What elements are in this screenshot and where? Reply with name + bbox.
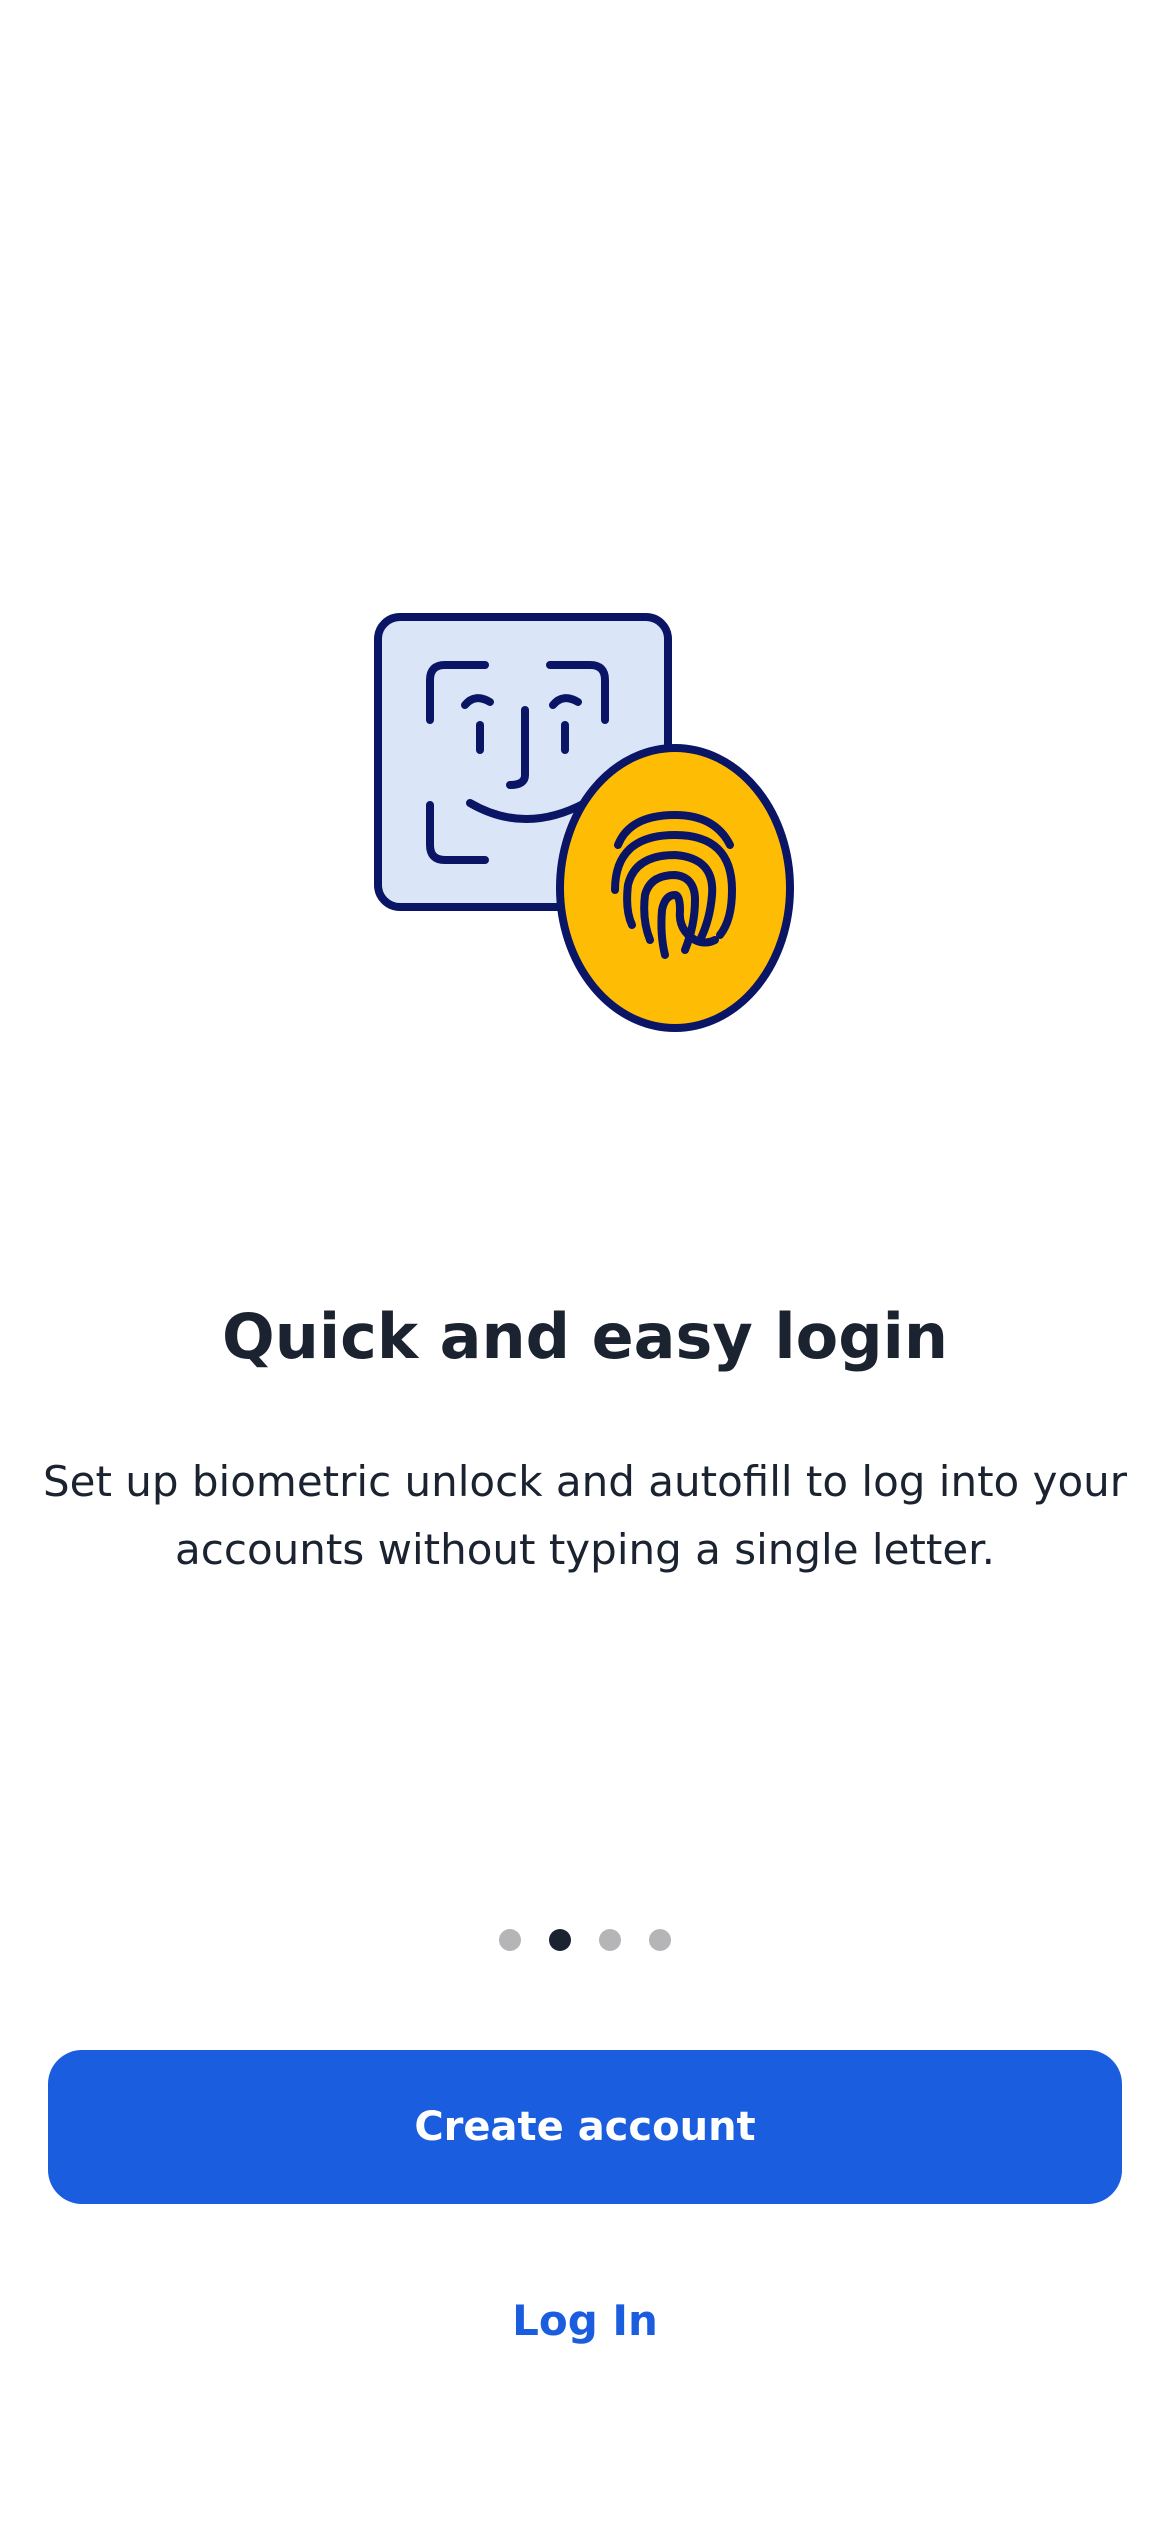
page-dot-3[interactable]	[599, 1929, 621, 1951]
fingerprint-icon	[556, 744, 794, 1032]
page-indicator	[0, 1929, 1170, 1951]
log-in-button[interactable]: Log In	[385, 2280, 785, 2360]
create-account-button[interactable]: Create account	[48, 2050, 1122, 2204]
page-description: Set up biometric unlock and autofill to …	[42, 1457, 1128, 1574]
page-dot-4[interactable]	[649, 1929, 671, 1951]
biometric-illustration	[360, 590, 810, 1050]
page-title: Quick and easy login	[221, 1300, 949, 1373]
page-dot-1[interactable]	[499, 1929, 521, 1951]
page-dot-2-active[interactable]	[549, 1929, 571, 1951]
